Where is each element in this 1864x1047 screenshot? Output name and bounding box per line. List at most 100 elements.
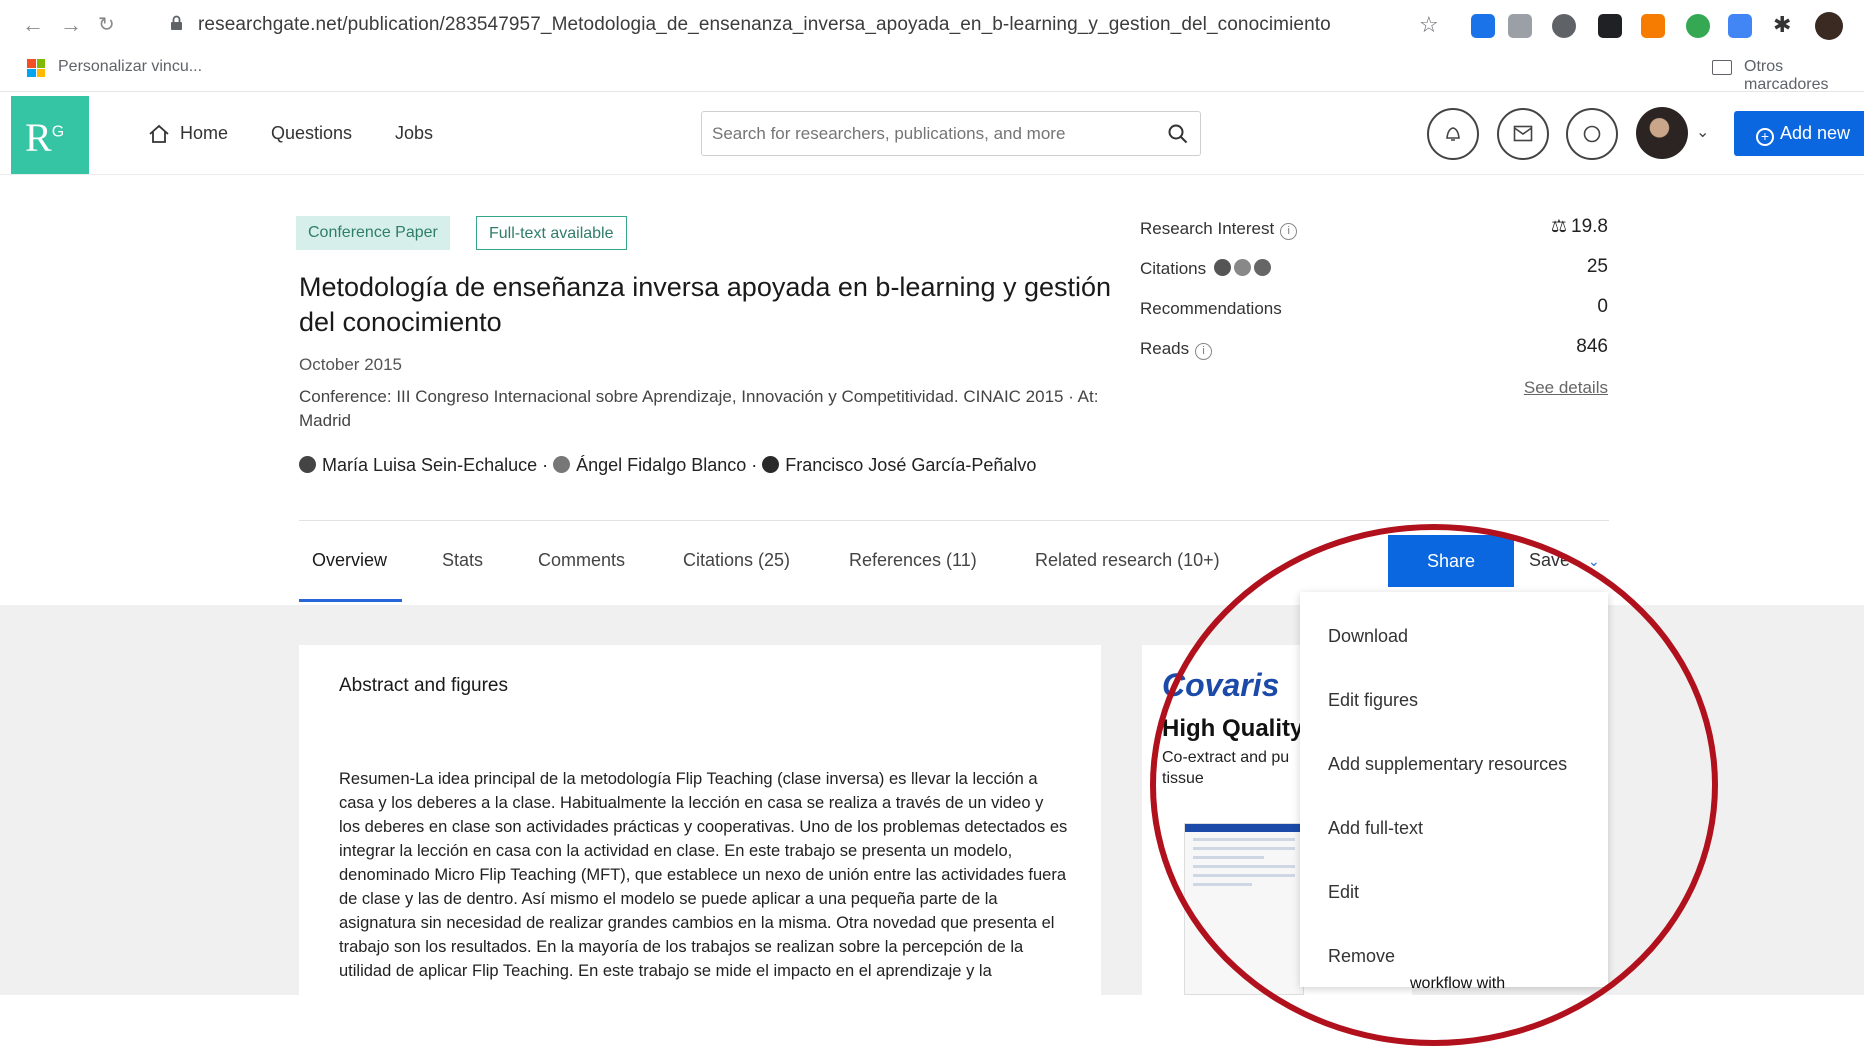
author-link[interactable]: Francisco José García-Peñalvo (785, 455, 1036, 475)
recommendations-label: Recommendations (1140, 299, 1282, 318)
forward-icon[interactable]: → (60, 12, 82, 38)
nav-home[interactable]: Home (180, 123, 228, 144)
abstract-heading: Abstract and figures (339, 675, 508, 696)
browser-toolbar: ← → ↻ researchgate.net/publication/28354… (0, 0, 1864, 52)
author-list: María Luisa Sein-Echaluce · Ángel Fidalg… (299, 455, 1036, 476)
info-icon[interactable]: i (1195, 343, 1213, 360)
tab-comments[interactable]: Comments (538, 550, 625, 571)
bookmarks-bar (0, 52, 1864, 92)
reload-icon[interactable]: ↻ (98, 12, 115, 37)
nav-questions[interactable]: Questions (271, 123, 352, 144)
full-text-tag[interactable]: Full-text available (476, 216, 627, 250)
reads-value: 846 (1576, 336, 1608, 357)
chevron-down-icon[interactable]: ⌄ (1588, 553, 1600, 570)
extension-icon-3[interactable] (1552, 14, 1576, 38)
page-title: Metodología de enseñanza inversa apoyada… (299, 272, 1112, 337)
extension-icon-6[interactable] (1686, 14, 1710, 38)
bookmark-star-icon[interactable]: ☆ (1419, 12, 1439, 38)
tab-references[interactable]: References (11) (849, 550, 977, 571)
bookmark-item[interactable]: Personalizar vincu... (58, 58, 202, 76)
folder-icon (1712, 60, 1732, 75)
ad-footer-text: workflow with (1410, 975, 1506, 992)
nav-jobs[interactable]: Jobs (395, 123, 433, 144)
publication-date: October 2015 (299, 355, 403, 374)
bell-icon (1446, 127, 1460, 141)
logo-letter: R (25, 115, 52, 160)
share-button[interactable]: Share (1388, 535, 1514, 587)
extension-icon-4[interactable] (1598, 14, 1622, 38)
citing-author-avatar (1233, 259, 1251, 276)
menu-item-edit-figures[interactable]: Edit figures (1328, 690, 1418, 711)
tab-citations[interactable]: Citations (25) (683, 550, 790, 571)
menu-item-remove[interactable]: Remove (1328, 946, 1395, 967)
author-avatar (299, 456, 316, 473)
extension-icon-5[interactable] (1641, 14, 1665, 38)
menu-item-add-full-text[interactable]: Add full-text (1328, 818, 1423, 839)
apps-grid-icon (27, 59, 45, 77)
research-interest-text: Research Interest (1140, 219, 1275, 238)
divider (299, 520, 1609, 521)
add-new-label: Add new (1780, 123, 1851, 143)
address-bar[interactable]: researchgate.net/publication/283547957_M… (198, 14, 1331, 36)
ad-headline: High Quality (1162, 715, 1304, 742)
logo-sup: G (51, 123, 65, 141)
add-new-button[interactable]: + Add new (1734, 111, 1864, 156)
active-tab-indicator (299, 599, 402, 602)
citing-author-avatar (1213, 259, 1231, 276)
menu-item-add-supplementary[interactable]: Add supplementary resources (1328, 754, 1567, 775)
lock-icon (171, 15, 182, 30)
conference-info: Conference: III Congreso Internacional s… (299, 387, 1099, 430)
ad-subtitle: Co-extract and pu tissue (1162, 749, 1290, 787)
extension-icon-1[interactable] (1471, 14, 1495, 38)
author-link[interactable]: María Luisa Sein-Echaluce (322, 455, 537, 475)
tab-related-research[interactable]: Related research (10+) (1035, 550, 1220, 571)
messages-button[interactable] (1497, 108, 1549, 160)
recommendations-value: 0 (1597, 296, 1608, 317)
abstract-card: Abstract and figures Resumen-La idea pri… (299, 645, 1101, 995)
search-icon[interactable] (1168, 124, 1188, 144)
abstract-text: Resumen-La idea principal de la metodolo… (339, 770, 1068, 980)
ad-document-image (1184, 823, 1304, 995)
extension-icon-7[interactable] (1728, 14, 1752, 38)
save-dropdown-menu: Download Edit figures Add supplementary … (1300, 592, 1608, 987)
separator: · (542, 455, 554, 475)
chevron-down-icon[interactable]: ⌄ (1696, 122, 1709, 142)
notifications-button[interactable] (1427, 108, 1479, 160)
author-avatar (762, 456, 780, 473)
info-icon[interactable]: i (1280, 223, 1298, 240)
extension-icon-2[interactable] (1508, 14, 1532, 38)
home-icon (149, 124, 169, 143)
reads-text: Reads (1140, 339, 1190, 358)
conference-paper-tag: Conference Paper (296, 216, 450, 250)
citations-text: Citations (1140, 259, 1207, 278)
reads-label: Reads i (1140, 339, 1213, 360)
extensions-puzzle-icon[interactable]: ✱ (1773, 12, 1791, 38)
author-link[interactable]: Ángel Fidalgo Blanco (576, 455, 746, 475)
research-interest-number: 19.8 (1571, 216, 1608, 237)
citing-author-avatar (1253, 259, 1271, 276)
other-bookmarks[interactable]: Otros marcadores (1744, 58, 1864, 94)
back-icon[interactable]: ← (22, 12, 44, 38)
questions-button[interactable] (1566, 108, 1618, 160)
search-input[interactable] (702, 112, 1142, 155)
user-avatar[interactable] (1636, 107, 1688, 159)
citations-value: 25 (1586, 256, 1608, 277)
research-interest-value: ⚖ 19.8 (1551, 216, 1608, 238)
menu-item-download[interactable]: Download (1328, 626, 1408, 647)
page-bottom (0, 995, 1864, 1047)
see-details-link[interactable]: See details (1524, 378, 1608, 398)
tab-overview[interactable]: Overview (312, 550, 387, 571)
tab-stats[interactable]: Stats (442, 550, 483, 571)
researchgate-logo[interactable]: RG (11, 96, 89, 174)
research-interest-label: Research Interest i (1140, 219, 1298, 240)
citations-label: Citations (1140, 259, 1271, 279)
search-box (701, 111, 1201, 156)
chart-icon: ⚖ (1550, 216, 1568, 236)
mail-icon (1513, 125, 1533, 142)
ad-brand-logo: Covaris (1162, 667, 1280, 703)
save-button[interactable]: Save (1529, 550, 1570, 571)
menu-item-edit[interactable]: Edit (1328, 882, 1359, 903)
profile-avatar-icon[interactable] (1815, 12, 1843, 40)
separator: · (751, 455, 763, 475)
author-avatar (553, 456, 571, 473)
